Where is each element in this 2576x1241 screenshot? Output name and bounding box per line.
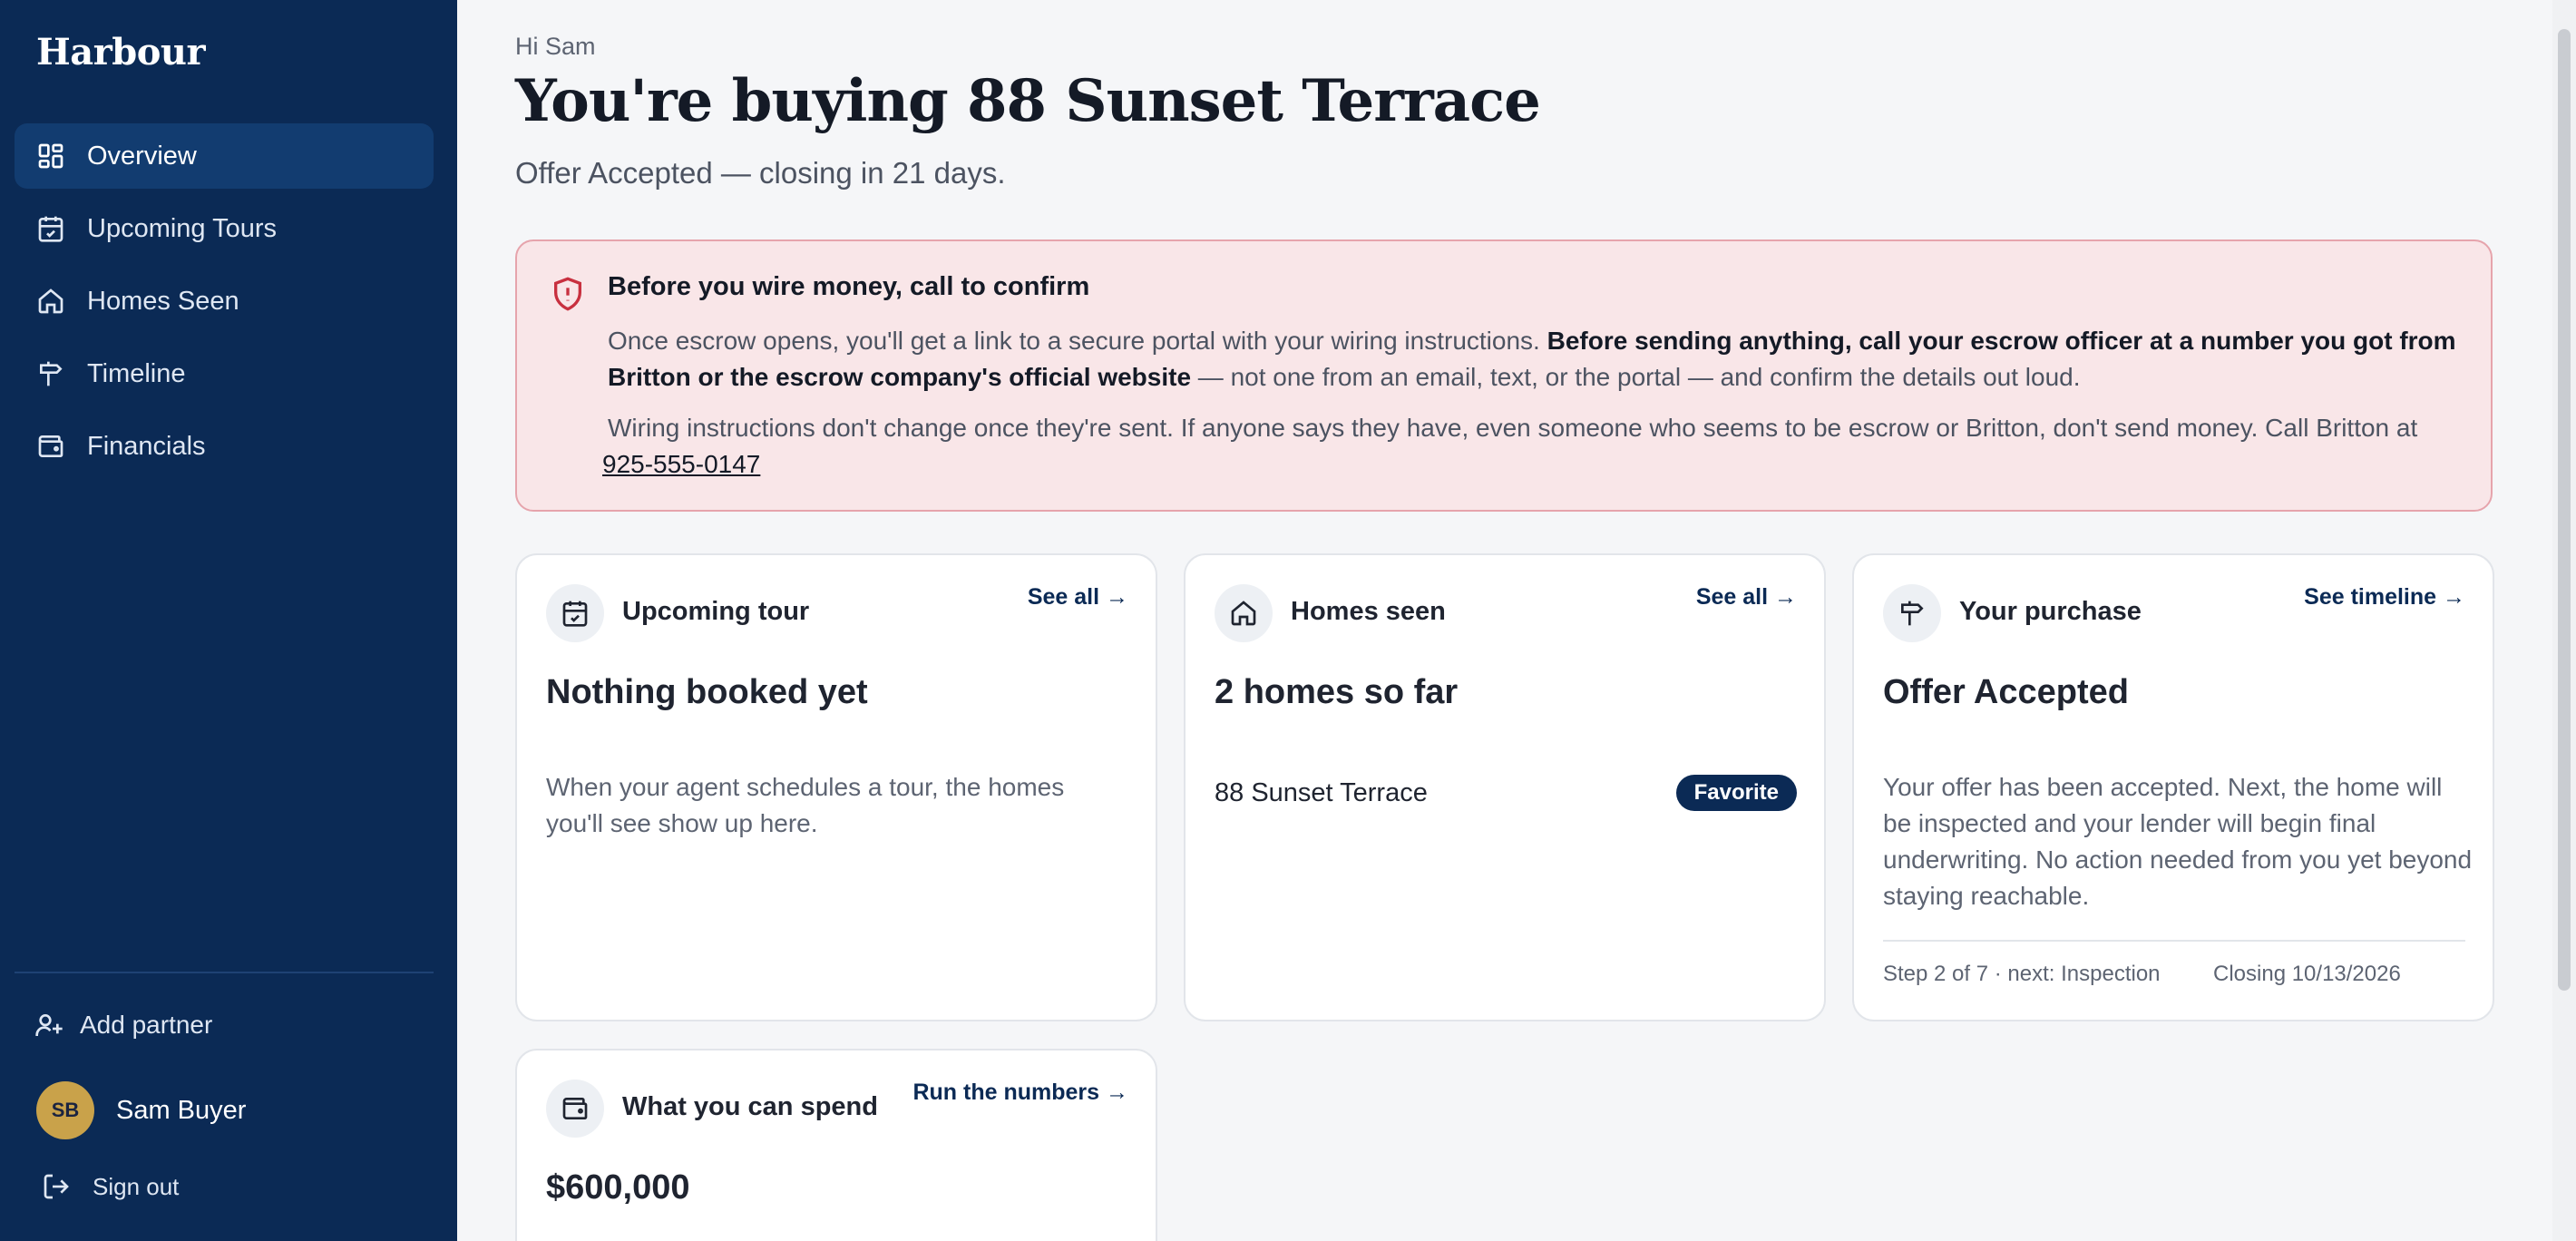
home-address: 88 Sunset Terrace — [1215, 777, 1428, 807]
signpost-icon — [36, 359, 65, 388]
grid-icon — [36, 142, 65, 171]
sidebar-item-overview[interactable]: Overview — [15, 123, 434, 189]
run-the-numbers-link[interactable]: Run the numbers → — [912, 1080, 1128, 1106]
main-content: Hi Sam You're buying 88 Sunset Terrace O… — [457, 0, 2552, 1241]
sidebar-item-homes-seen[interactable]: Homes Seen — [15, 269, 434, 334]
scrollbar-thumb[interactable] — [2558, 29, 2571, 991]
wallet-icon — [546, 1080, 604, 1138]
page-subtitle: Offer Accepted — closing in 21 days. — [515, 156, 1006, 190]
alert-paragraph-1: Once escrow opens, you'll get a link to … — [608, 327, 2456, 391]
card-label: Your purchase — [1959, 597, 2142, 626]
closing-date: Closing 10/13/2026 — [2213, 962, 2401, 986]
add-partner-button[interactable]: Add partner — [34, 1011, 212, 1040]
calendar-check-icon — [36, 214, 65, 243]
sidebar-item-label: Homes Seen — [87, 286, 239, 316]
sign-out-icon — [44, 1174, 69, 1199]
sign-out-button[interactable]: Sign out — [42, 1172, 179, 1201]
home-icon — [1215, 584, 1273, 642]
sidebar: Harbour Overview Upcoming Tours Homes Se… — [0, 0, 457, 1241]
card-label: What you can spend — [622, 1092, 878, 1121]
home-icon — [36, 287, 65, 316]
alert-paragraph-2: Wiring instructions don't change once th… — [602, 414, 2418, 478]
user-profile[interactable]: SB Sam Buyer — [36, 1081, 246, 1139]
card-body: When your agent schedules a tour, the ho… — [546, 773, 1065, 837]
wire-fraud-alert: Before you wire money, call to confirm O… — [515, 239, 2493, 512]
calendar-check-icon — [546, 584, 604, 642]
see-all-homes-link[interactable]: See all → — [1696, 584, 1797, 611]
card-headline: Nothing booked yet — [546, 673, 868, 711]
list-item[interactable]: 88 Sunset Terrace Favorite — [1215, 775, 1797, 811]
card-divider — [1883, 940, 2465, 942]
homes-seen-card: Homes seen See all → 2 homes so far 88 S… — [1184, 553, 1826, 1021]
card-label: Homes seen — [1291, 597, 1446, 626]
sidebar-divider — [15, 972, 434, 973]
card-headline: Offer Accepted — [1883, 673, 2129, 711]
sidebar-item-label: Timeline — [87, 358, 186, 388]
shield-alert-icon — [554, 277, 581, 311]
favorite-badge: Favorite — [1675, 775, 1797, 811]
page-title: You're buying 88 Sunset Terrace — [515, 67, 1541, 135]
sidebar-item-label: Upcoming Tours — [87, 213, 278, 243]
scrollbar[interactable] — [2552, 0, 2576, 1241]
greeting: Hi Sam — [515, 33, 596, 60]
user-name: Sam Buyer — [116, 1095, 247, 1125]
phone-link[interactable]: 925-555-0147 — [602, 450, 760, 478]
sidebar-item-upcoming-tours[interactable]: Upcoming Tours — [15, 196, 434, 261]
card-headline: 2 homes so far — [1215, 673, 1459, 711]
signpost-icon — [1883, 584, 1941, 642]
sidebar-nav: Overview Upcoming Tours Homes Seen Timel… — [15, 123, 434, 486]
your-purchase-card: Your purchase See timeline → Offer Accep… — [1852, 553, 2494, 1021]
card-body: Your offer has been accepted. Next, the … — [1883, 773, 2473, 910]
sidebar-item-label: Financials — [87, 431, 206, 461]
sign-out-label: Sign out — [93, 1172, 180, 1200]
step-progress: Step 2 of 7 · next: Inspection — [1883, 962, 2161, 986]
card-headline: $600,000 — [546, 1168, 690, 1207]
upcoming-tour-card: Upcoming tour See all → Nothing booked y… — [515, 553, 1157, 1021]
brand-logo[interactable]: Harbour — [36, 31, 206, 73]
avatar: SB — [36, 1081, 94, 1139]
what-you-can-spend-card: What you can spend Run the numbers → $60… — [515, 1049, 1157, 1241]
sidebar-item-timeline[interactable]: Timeline — [15, 341, 434, 406]
card-label: Upcoming tour — [622, 597, 810, 626]
see-timeline-link[interactable]: See timeline → — [2304, 584, 2465, 611]
user-plus-icon — [35, 1014, 63, 1036]
sidebar-item-financials[interactable]: Financials — [15, 414, 434, 479]
sidebar-item-label: Overview — [87, 141, 197, 171]
alert-title: Before you wire money, call to confirm — [608, 272, 1090, 301]
see-all-tours-link[interactable]: See all → — [1028, 584, 1128, 611]
wallet-icon — [36, 432, 65, 461]
add-partner-label: Add partner — [80, 1011, 213, 1039]
